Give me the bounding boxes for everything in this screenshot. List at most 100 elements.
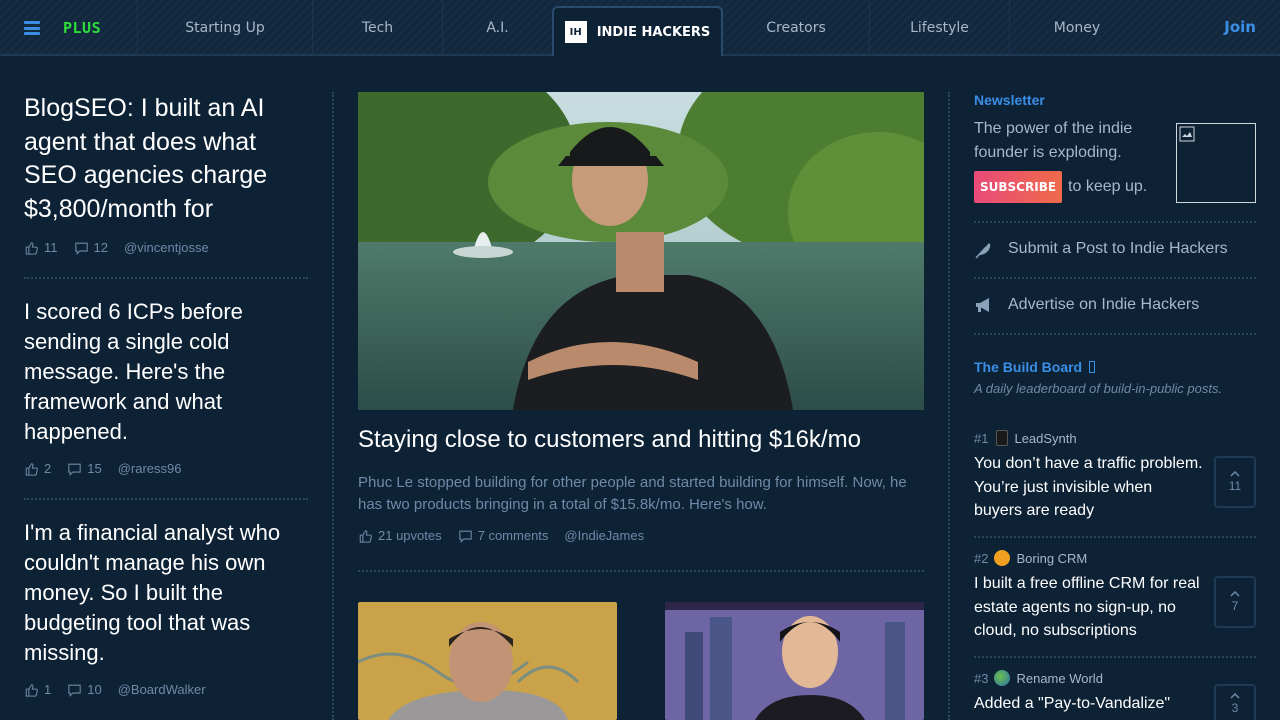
upvote-count: 1	[44, 682, 52, 697]
build-board-item[interactable]: #2 Boring CRM I built a free offline CRM…	[974, 550, 1256, 643]
submit-post-label: Submit a Post to Indie Hackers	[1008, 240, 1228, 257]
thumbs-up-icon[interactable]	[24, 241, 39, 255]
tab-indie-hackers[interactable]: IH INDIE HACKERS	[552, 6, 723, 56]
newsletter-heading: Newsletter	[974, 92, 1045, 108]
broken-image-icon	[1179, 126, 1195, 142]
divider	[974, 277, 1256, 279]
column-divider	[332, 92, 334, 720]
advertise-label: Advertise on Indie Hackers	[1008, 296, 1200, 313]
thumbs-up-icon[interactable]	[24, 683, 39, 697]
tab-creators[interactable]: Creators	[723, 0, 869, 56]
newsletter-image	[1176, 123, 1256, 203]
phone-icon	[996, 430, 1009, 446]
tab-lifestyle[interactable]: Lifestyle	[869, 0, 1009, 56]
build-board-heading[interactable]: The Build Board	[974, 359, 1256, 375]
build-board-item[interactable]: #3 Rename World Added a "Pay-to-Vandaliz…	[974, 670, 1256, 720]
build-post-title[interactable]: Added a "Pay-to-Vandalize"	[974, 692, 1204, 716]
newsletter-tail: to keep up.	[1068, 178, 1148, 195]
tab-money[interactable]: Money	[1009, 0, 1144, 56]
featured-meta: 21 upvotes 7 comments @IndieJames	[358, 528, 644, 543]
thumbs-up-icon[interactable]	[358, 529, 373, 543]
external-link-icon	[1089, 361, 1096, 373]
rank-number: #3	[974, 670, 989, 686]
feather-icon	[975, 243, 991, 259]
list-item[interactable]: BlogSEO: I built an AI agent that does w…	[24, 92, 308, 255]
upvote-button[interactable]: 3	[1214, 684, 1256, 720]
ih-logo-icon: IH	[564, 21, 587, 43]
comment-count: 15	[87, 461, 102, 476]
join-button[interactable]: Join	[1224, 18, 1256, 36]
build-board-title: The Build Board	[974, 359, 1083, 375]
rank-number: #1	[974, 430, 989, 446]
author-link[interactable]: @BoardWalker	[118, 682, 206, 697]
upvote-count: 21 upvotes	[378, 528, 442, 543]
menu-icon[interactable]	[24, 21, 40, 35]
comment-icon[interactable]	[67, 683, 82, 697]
tab-tech[interactable]: Tech	[312, 0, 442, 56]
product-name[interactable]: Boring CRM	[1016, 551, 1087, 566]
featured-title[interactable]: Staying close to customers and hitting $…	[358, 426, 861, 454]
column-divider	[948, 92, 950, 720]
divider	[974, 221, 1256, 223]
vote-count: 11	[1228, 479, 1242, 493]
build-post-title[interactable]: You don’t have a traffic problem. You’re…	[974, 452, 1204, 523]
rank-number: #2	[974, 550, 989, 566]
chevron-up-icon	[1230, 591, 1240, 597]
build-board-item[interactable]: #1 LeadSynth You don’t have a traffic pr…	[974, 430, 1256, 523]
tab-ai[interactable]: A.I.	[442, 0, 552, 56]
author-link[interactable]: @IndieJames	[564, 528, 644, 543]
comment-icon[interactable]	[74, 241, 89, 255]
divider	[24, 277, 308, 279]
tab-indie-hackers-label: INDIE HACKERS	[596, 24, 711, 40]
divider	[358, 570, 924, 572]
vote-count: 7	[1231, 599, 1239, 613]
post-title[interactable]: I scored 6 ICPs before sending a single …	[24, 297, 308, 447]
rank-line: #2 Boring CRM	[974, 550, 1256, 566]
comment-count: 10	[87, 682, 102, 697]
submit-post-link[interactable]: Submit a Post to Indie Hackers	[974, 239, 1256, 259]
featured-image[interactable]	[358, 92, 924, 410]
boring-crm-icon	[994, 550, 1011, 566]
newsletter-text: The power of the indie founder is explod…	[974, 120, 1133, 161]
comment-count: 7 comments	[477, 528, 549, 543]
author-link[interactable]: @vincentjosse	[124, 240, 209, 255]
vote-count: 3	[1231, 701, 1239, 715]
post-meta: 11 12 @vincentjosse	[24, 240, 308, 255]
list-item[interactable]: I scored 6 ICPs before sending a single …	[24, 297, 308, 476]
comment-icon[interactable]	[67, 462, 82, 476]
featured-description: Phuc Le stopped building for other peopl…	[358, 474, 907, 513]
comment-count: 12	[93, 240, 108, 255]
list-item[interactable]: I'm a financial analyst who couldn't man…	[24, 518, 308, 697]
upvote-count: 11	[44, 240, 58, 255]
advertise-link[interactable]: Advertise on Indie Hackers	[974, 295, 1256, 315]
upvote-button[interactable]: 7	[1214, 576, 1256, 628]
post-title[interactable]: I'm a financial analyst who couldn't man…	[24, 518, 308, 668]
product-name[interactable]: Rename World	[1016, 671, 1102, 686]
comment-icon[interactable]	[458, 529, 473, 543]
left-post-list: BlogSEO: I built an AI agent that does w…	[24, 92, 308, 697]
right-sidebar: Newsletter The power of the indie founde…	[974, 92, 1256, 720]
top-nav: PLUS Starting Up Tech A.I. IH INDIE HACK…	[0, 0, 1280, 56]
rank-line: #3 Rename World	[974, 670, 1256, 686]
subscribe-button[interactable]: SUBSCRIBE	[974, 171, 1063, 203]
post-thumbnail[interactable]	[665, 602, 924, 720]
product-name[interactable]: LeadSynth	[1014, 431, 1076, 446]
thumbs-up-icon[interactable]	[24, 462, 39, 476]
build-post-title[interactable]: I built a free offline CRM for real esta…	[974, 572, 1204, 643]
post-thumbnail[interactable]	[358, 602, 617, 720]
globe-icon	[994, 670, 1011, 686]
post-meta: 1 10 @BoardWalker	[24, 682, 308, 697]
divider	[974, 333, 1256, 335]
rank-line: #1 LeadSynth	[974, 430, 1256, 446]
tab-starting-up[interactable]: Starting Up	[137, 0, 312, 56]
divider	[24, 498, 308, 500]
build-board-subtitle: A daily leaderboard of build-in-public p…	[974, 381, 1223, 396]
megaphone-icon	[976, 298, 989, 312]
upvote-button[interactable]: 11	[1214, 456, 1256, 508]
author-link[interactable]: @raress96	[118, 461, 182, 476]
chevron-up-icon	[1230, 693, 1240, 699]
chevron-up-icon	[1230, 471, 1240, 477]
post-title[interactable]: BlogSEO: I built an AI agent that does w…	[24, 92, 308, 226]
divider	[974, 536, 1256, 538]
plus-badge[interactable]: PLUS	[63, 19, 101, 37]
